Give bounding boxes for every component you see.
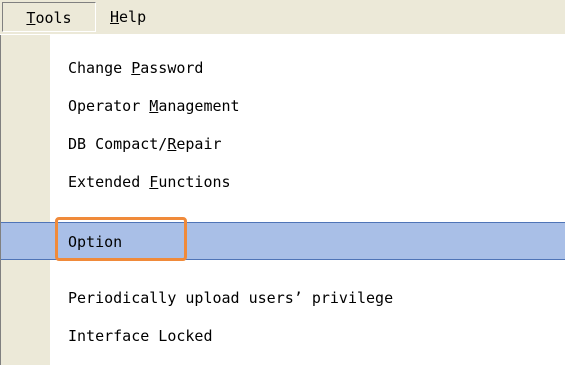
menu-item-db-compact-repair[interactable]: DB Compact/Repair [1, 125, 565, 163]
menu-item-label: Change Password [68, 59, 204, 77]
menu-item-label: Periodically upload users’ privilege [68, 289, 394, 307]
menu-item-extended-functions[interactable]: Extended Functions [1, 163, 565, 201]
menu-bar: Tools Help [0, 0, 565, 34]
menu-item-label: DB Compact/Repair [68, 135, 222, 153]
tools-dropdown-menu: Change Password Operator Management DB C… [0, 35, 565, 365]
menu-help[interactable]: Help [104, 2, 152, 32]
menu-item-periodically-upload-users-privilege[interactable]: Periodically upload users’ privilege [1, 279, 565, 317]
menu-item-label: Extended Functions [68, 173, 231, 191]
menu-item-label: Interface Locked [68, 327, 213, 345]
menu-item-operator-management[interactable]: Operator Management [1, 87, 565, 125]
highlight-callout-box [55, 217, 187, 261]
menu-item-interface-locked[interactable]: Interface Locked [1, 317, 565, 355]
menu-item-change-password[interactable]: Change Password [1, 49, 565, 87]
menu-help-label: Help [110, 8, 147, 26]
menu-item-label: Operator Management [68, 97, 240, 115]
menu-tools-label: Tools [26, 9, 72, 27]
menu-tools[interactable]: Tools [2, 2, 96, 32]
